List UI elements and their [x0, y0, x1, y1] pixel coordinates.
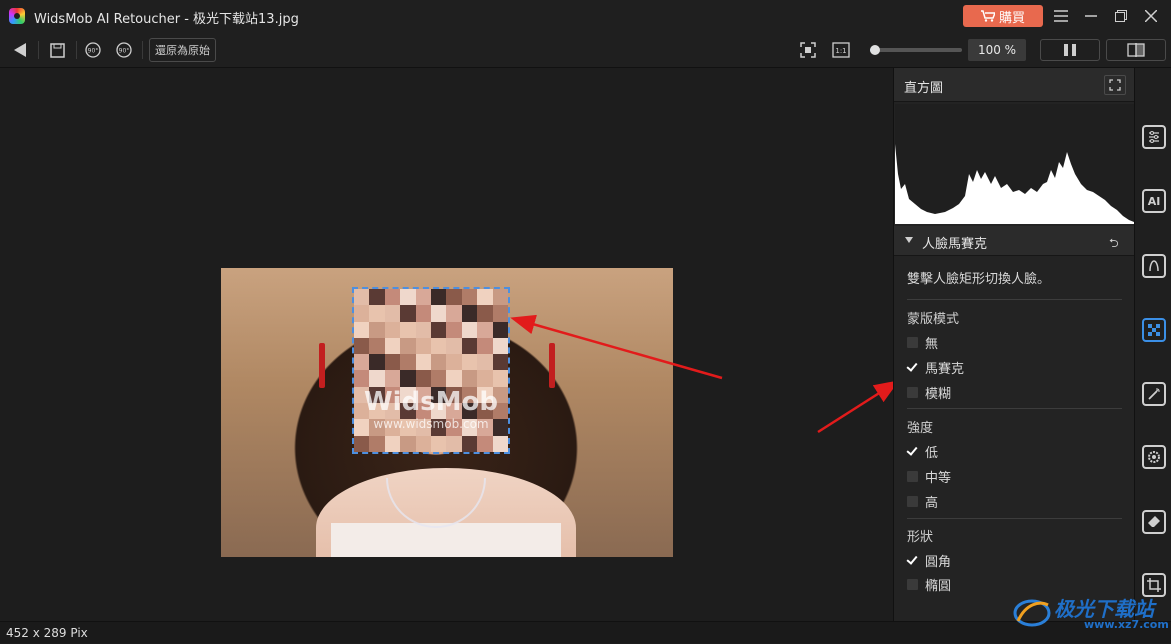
ai-icon[interactable]: AI — [1142, 189, 1166, 213]
magic-wand-icon[interactable] — [1142, 382, 1166, 406]
tool-sidebar: AI — [1134, 68, 1171, 621]
zoom-slider[interactable] — [869, 45, 962, 55]
menu-icon[interactable] — [1051, 6, 1071, 26]
annotation-arrow-1 — [510, 314, 893, 434]
mosaic-icon[interactable] — [1142, 318, 1166, 342]
option-label: 圓角 — [925, 554, 952, 570]
checkbox[interactable] — [907, 495, 918, 507]
mask-mode-none-option[interactable]: 無 — [907, 333, 939, 352]
collapse-caret-icon[interactable] — [905, 237, 913, 243]
site-watermark: 极光下载站 www.xz7.com — [1012, 593, 1171, 633]
section-title: 人臉馬賽克 — [922, 237, 988, 252]
shape-rounded-option[interactable]: 圓角 — [907, 551, 952, 570]
actual-size-label: 1:1 — [835, 47, 846, 55]
rotate-left-icon[interactable]: 90° — [82, 39, 104, 61]
checkbox[interactable] — [907, 336, 918, 348]
checkbox-checked[interactable] — [907, 555, 918, 566]
annotation-arrow-2 — [817, 380, 893, 434]
checkbox[interactable] — [907, 386, 918, 398]
option-label: 模糊 — [925, 386, 952, 402]
zoom-slider-thumb[interactable] — [869, 45, 880, 55]
option-label: 高 — [925, 495, 939, 511]
option-label: 低 — [925, 445, 939, 461]
expand-histogram-button[interactable] — [1104, 75, 1126, 95]
checkbox[interactable] — [907, 470, 918, 482]
divider — [907, 518, 1122, 519]
save-icon[interactable] — [46, 39, 68, 61]
histogram-header: 直方圖 — [894, 68, 1135, 102]
rotate-left-label: 90° — [88, 48, 99, 55]
toolbar-divider — [142, 41, 143, 59]
intensity-label: 強度 — [907, 421, 934, 436]
divider — [907, 408, 1122, 409]
toolbar: 90° 90° 還原為原始 1:1 100 % — [0, 32, 1171, 68]
site-url: www.xz7.com — [1084, 618, 1169, 631]
rotate-right-label: 90° — [119, 48, 130, 55]
restore-window-icon[interactable] — [1111, 6, 1131, 26]
restore-original-button[interactable]: 還原為原始 — [149, 38, 216, 62]
settings-icon[interactable] — [1142, 445, 1166, 469]
reset-icon[interactable]: ⮌ — [1109, 234, 1119, 255]
status-bar: 452 x 289 Pix — [0, 621, 1171, 643]
mask-mode-mosaic-option[interactable]: 馬賽克 — [907, 358, 965, 377]
buy-button[interactable]: 購買 — [963, 5, 1043, 27]
toolbar-divider — [76, 41, 77, 59]
shape-ellipse-option[interactable]: 橢圓 — [907, 575, 952, 594]
adjust-icon[interactable] — [1142, 125, 1166, 149]
expand-icon — [1109, 79, 1121, 91]
toolbar-divider — [38, 41, 39, 59]
buy-label: 購買 — [998, 10, 1025, 26]
checkbox[interactable] — [907, 578, 918, 590]
actual-size-icon[interactable]: 1:1 — [830, 39, 852, 61]
split-view-icon — [1127, 43, 1145, 57]
face-toggle-hint: 雙擊人臉矩形切換人臉。 — [907, 272, 1051, 287]
minimize-icon[interactable] — [1081, 6, 1101, 26]
histogram-title: 直方圖 — [904, 81, 944, 96]
histogram-chart — [895, 104, 1134, 224]
intensity-medium-option[interactable]: 中等 — [907, 467, 952, 486]
zoom-level-field[interactable]: 100 % — [968, 39, 1026, 61]
rotate-right-icon[interactable]: 90° — [113, 39, 135, 61]
window-title: WidsMob AI Retoucher - 极光下载站13.jpg — [34, 12, 299, 27]
retouch-icon[interactable] — [1142, 254, 1166, 278]
option-label: 橢圓 — [925, 578, 952, 594]
option-label: 馬賽克 — [925, 361, 965, 377]
mask-mode-label: 蒙版模式 — [907, 312, 960, 327]
shape-label: 形狀 — [907, 530, 934, 545]
pause-split-icon — [1064, 44, 1076, 56]
face-mosaic-section-header[interactable]: 人臉馬賽克 ⮌ — [894, 226, 1135, 256]
right-panel: 直方圖 人臉馬賽克 ⮌ 雙擊人臉矩形切換人臉。 蒙版模式 無 馬賽克 模糊 強度… — [893, 68, 1135, 621]
intensity-high-option[interactable]: 高 — [907, 492, 939, 511]
image-canvas[interactable]: WidsMob www.widsmob.com — [0, 68, 893, 621]
checkbox-checked[interactable] — [907, 362, 918, 373]
divider — [907, 299, 1122, 300]
back-icon[interactable] — [9, 39, 31, 61]
title-bar: WidsMob AI Retoucher - 极光下载站13.jpg 購買 — [0, 0, 1171, 32]
cart-icon — [980, 10, 995, 22]
option-label: 無 — [925, 336, 939, 352]
image-dimensions: 452 x 289 Pix — [6, 626, 88, 640]
split-view-button[interactable] — [1106, 39, 1166, 61]
checkbox-checked[interactable] — [907, 446, 918, 457]
fit-screen-icon[interactable] — [797, 39, 819, 61]
app-logo-icon — [9, 8, 25, 24]
eraser-icon[interactable] — [1142, 510, 1166, 534]
mask-mode-blur-option[interactable]: 模糊 — [907, 383, 952, 402]
close-icon[interactable] — [1141, 6, 1161, 26]
site-logo-icon — [1013, 599, 1051, 627]
compare-view-button[interactable] — [1040, 39, 1100, 61]
intensity-low-option[interactable]: 低 — [907, 442, 939, 461]
option-label: 中等 — [925, 470, 952, 486]
